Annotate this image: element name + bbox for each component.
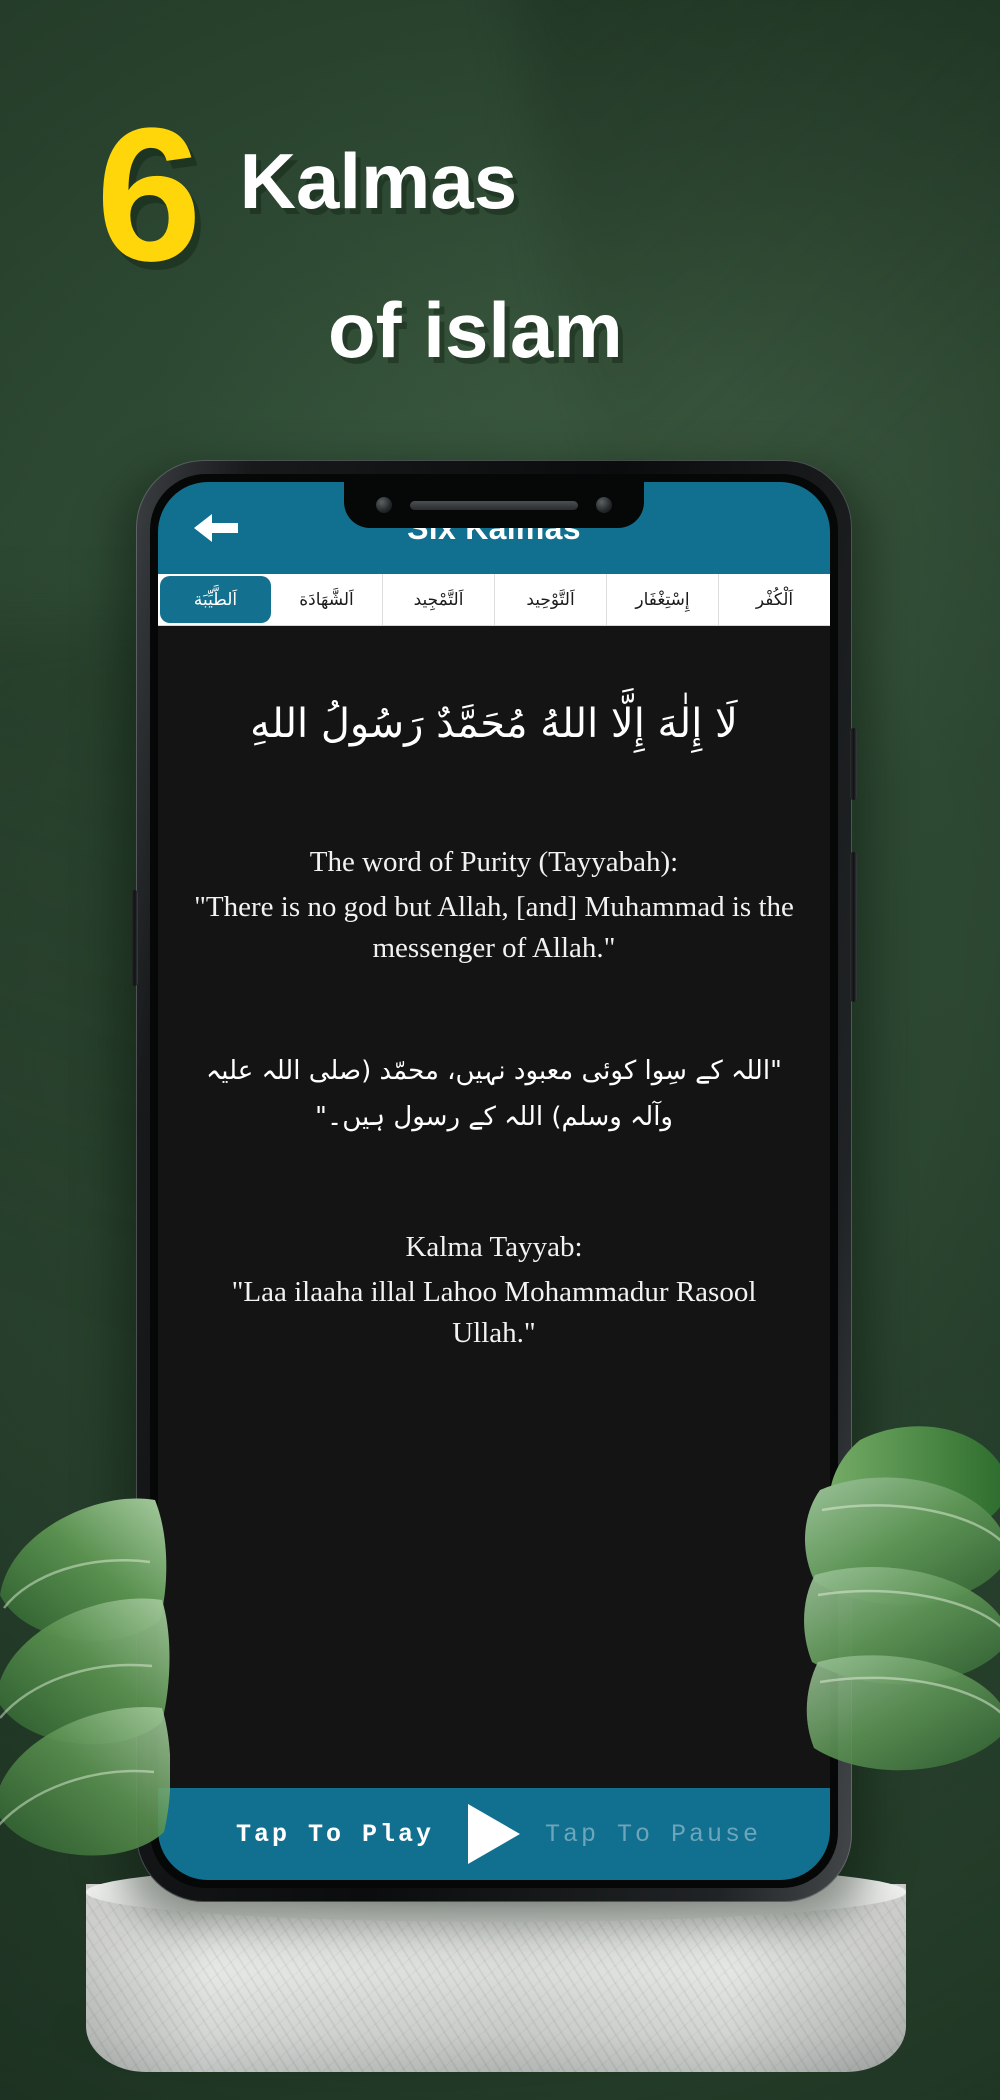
phone-screen: Six Kalmas اَلطَّيِّبَة اَلشَّهَادَة اَل… [158,482,830,1880]
headline-of-islam: of islam [328,286,623,375]
phone-button-right-small[interactable] [850,728,857,800]
poster-headline: 6 Kalmas of islam [0,100,1000,375]
headline-row-one: 6 Kalmas [96,100,1000,290]
tab-kalma-4-tauheed[interactable]: اَلتَّوْحِيد [495,574,607,625]
kalma-tab-bar: اَلطَّيِّبَة اَلشَّهَادَة اَلتَّمْجِيد ا… [158,574,830,626]
earpiece-speaker [410,500,578,510]
phone-bezel: Six Kalmas اَلطَّيِّبَة اَلشَّهَادَة اَل… [150,474,838,1888]
tap-to-pause-label[interactable]: Tap To Pause [528,1820,778,1849]
leaf-decoration-right [800,1290,1000,1810]
proximity-sensor-icon [596,497,612,513]
tab-kalma-6-radde-kufr[interactable]: اَلْكُفْر [719,574,830,625]
front-camera-icon [376,497,392,513]
big-number-six: 6 [96,89,202,301]
phone-notch [344,482,644,528]
tab-kalma-3-tamjeed[interactable]: اَلتَّمْجِيد [383,574,495,625]
tab-kalma-1-tayyabah[interactable]: اَلطَّيِّبَة [160,576,271,623]
headline-kalmas: Kalmas [239,137,518,225]
phone-button-right-large[interactable] [850,852,857,1002]
tab-kalma-2-shahadah[interactable]: اَلشَّهَادَة [271,574,383,625]
kalma-translit-heading: Kalma Tayyab: [405,1231,583,1264]
kalma-content: لَا إِلٰهَ إِلَّا اللهُ مُحَمَّدٌ رَسُول… [158,626,830,1788]
audio-player-bar: Tap To Play Tap To Pause [158,1788,830,1880]
phone-mockup: Six Kalmas اَلطَّيِّبَة اَلشَّهَادَة اَل… [118,460,870,1925]
tab-kalma-5-astaghfar[interactable]: إِسْتِغْفَار [607,574,719,625]
back-button[interactable] [190,508,242,548]
play-triangle-icon[interactable] [468,1804,520,1864]
kalma-urdu-translation: "اللہ کے سِوا کوئی معبود نہیں، محمّد (صل… [206,1055,782,1133]
tap-to-play-label[interactable]: Tap To Play [210,1820,460,1849]
kalma-english-translation: "There is no god but Allah, [and] Muhamm… [194,891,794,965]
leaf-decoration-left [0,1470,170,1890]
kalma-transliteration: "Laa ilaaha illal Lahoo Mohammadur Rasoo… [231,1276,757,1350]
phone-frame: Six Kalmas اَلطَّيِّبَة اَلشَّهَادَة اَل… [131,460,857,1902]
arrow-left-icon [194,514,238,542]
phone-button-left[interactable] [131,890,138,986]
kalma-english-heading: The word of Purity (Tayyabah): [309,846,679,878]
kalma-arabic-text: لَا إِلٰهَ إِلَّا اللهُ مُحَمَّدٌ رَسُول… [250,701,738,747]
